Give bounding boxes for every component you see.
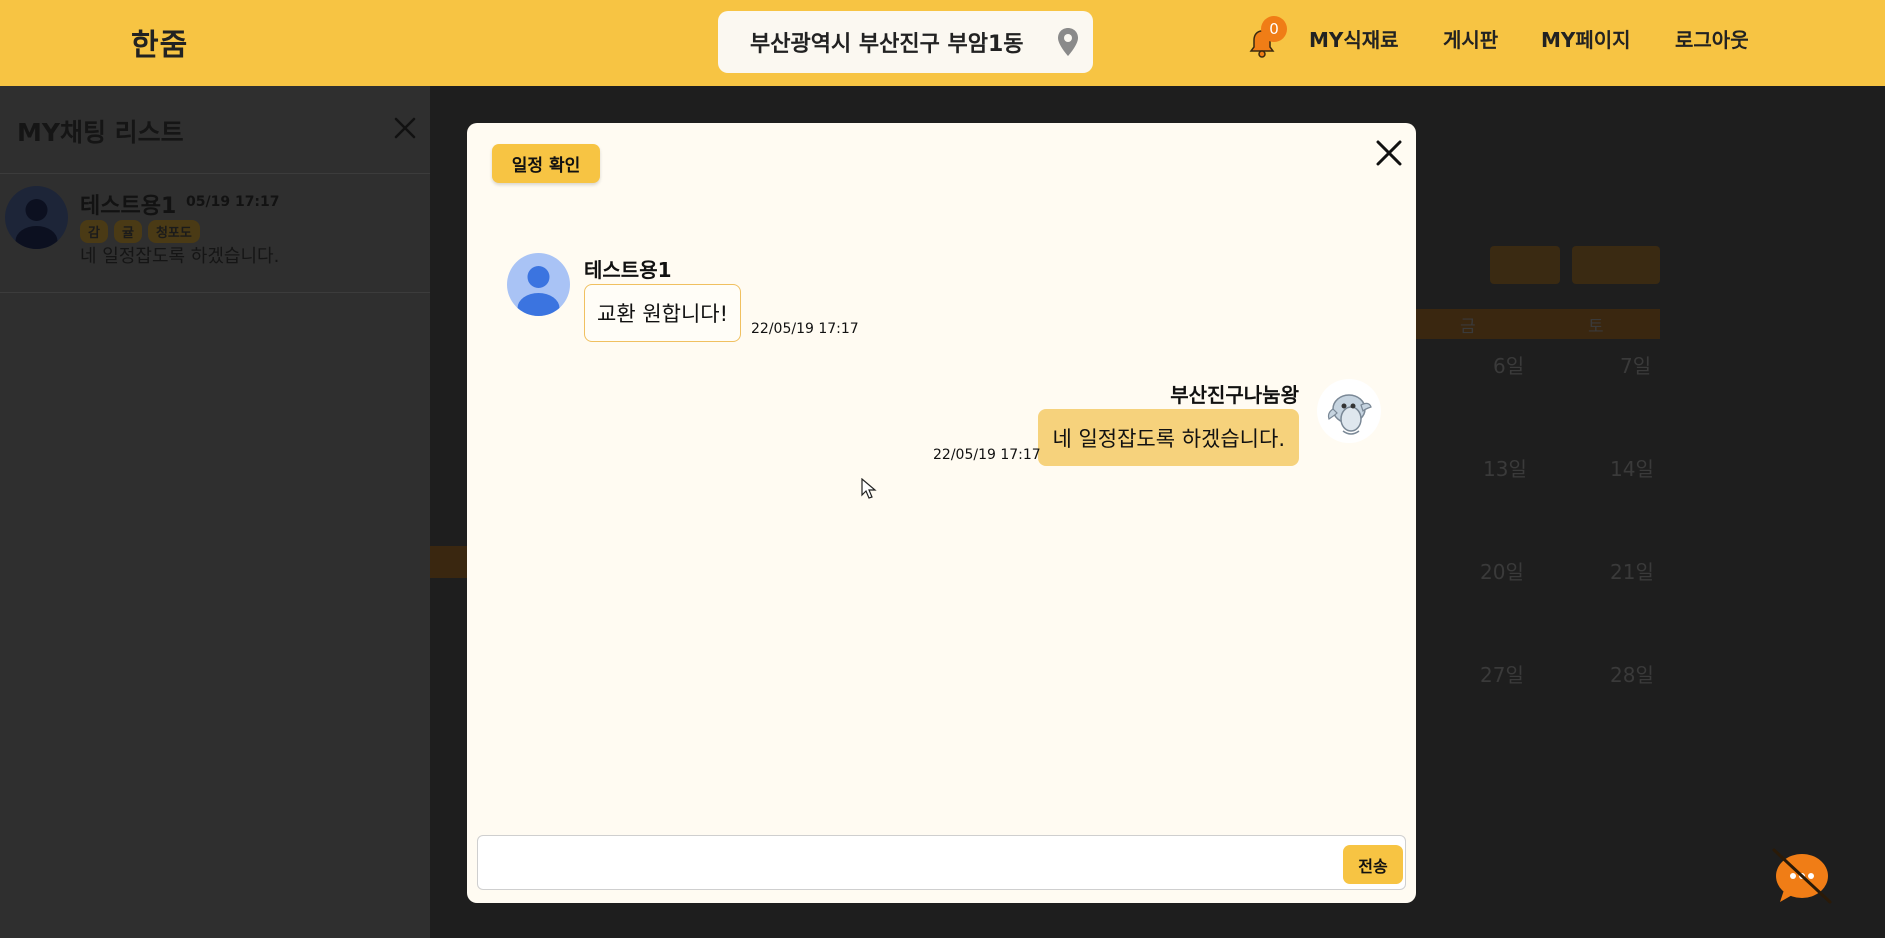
ingredient-tag: 귤 — [113, 220, 142, 243]
bg-weekday-bar — [1416, 309, 1660, 339]
location-selector[interactable]: 부산광역시 부산진구 부암1동 — [718, 11, 1093, 73]
notification-badge: 0 — [1261, 16, 1287, 42]
bg-date: 6일 — [1493, 354, 1525, 378]
chat-last-message: 네 일정잡도록 하겠습니다. — [80, 246, 280, 267]
message-time: 22/05/19 17:17 — [751, 321, 859, 337]
message-input-bar: 전송 — [477, 835, 1406, 890]
send-button[interactable]: 전송 — [1343, 845, 1403, 884]
chat-list-item[interactable]: 테스트용1 05/19 17:17 감 귤 청포도 네 일정잡도록 하겠습니다. — [0, 174, 430, 280]
bg-date: 21일 — [1610, 560, 1654, 584]
chat-timestamp: 05/19 17:17 — [186, 194, 280, 210]
nav-my-ingredients[interactable]: MY식재료 — [1309, 24, 1399, 53]
dolphin-avatar-icon — [1327, 394, 1372, 435]
ingredient-tag: 감 — [80, 220, 108, 243]
chat-list-panel: MY채팅 리스트 테스트용1 05/19 17:17 감 귤 청포도 네 일정잡… — [0, 86, 430, 938]
chat-fab-icon[interactable] — [1770, 846, 1834, 906]
chat-modal: 일정 확인 테스트용1 교환 원합니다! 22/05/19 17:17 부산진구… — [467, 123, 1416, 903]
mouse-cursor-icon — [861, 478, 877, 499]
logo[interactable]: 한줌 — [131, 20, 188, 64]
location-text: 부산광역시 부산진구 부암1동 — [750, 32, 1024, 57]
user-avatar-icon — [517, 266, 560, 316]
bg-bar — [430, 546, 470, 578]
bg-day-label: 금 — [1460, 317, 1476, 337]
nav-my-page[interactable]: MY페이지 — [1541, 24, 1631, 53]
sender-name: 테스트용1 — [584, 258, 672, 282]
user-avatar-icon — [15, 199, 58, 249]
avatar — [1317, 379, 1381, 443]
divider — [0, 292, 430, 293]
close-icon[interactable] — [393, 116, 417, 140]
chat-list-title: MY채팅 리스트 — [17, 118, 184, 147]
ingredient-tag: 청포도 — [147, 220, 200, 243]
schedule-check-button[interactable]: 일정 확인 — [492, 144, 600, 183]
bg-date: 7일 — [1620, 354, 1652, 378]
bg-date: 13일 — [1483, 457, 1527, 481]
top-header: 한줌 부산광역시 부산진구 부암1동 0 MY식재료 게시판 MY페이지 로그아… — [0, 0, 1885, 86]
message-time: 22/05/19 17:17 — [933, 447, 1041, 463]
bg-button — [1490, 246, 1560, 284]
map-pin-icon — [1058, 28, 1078, 56]
message-bubble-incoming: 교환 원합니다! — [584, 284, 742, 342]
close-icon[interactable] — [1375, 139, 1403, 167]
bg-button — [1572, 246, 1660, 284]
bg-date: 14일 — [1610, 457, 1654, 481]
bg-date: 28일 — [1610, 663, 1654, 687]
sender-name: 부산진구나눔왕 — [1170, 383, 1299, 407]
nav-logout[interactable]: 로그아웃 — [1675, 24, 1749, 53]
nav-board[interactable]: 게시판 — [1443, 24, 1498, 53]
avatar — [5, 186, 68, 249]
chat-partner-name: 테스트용1 — [80, 194, 177, 219]
avatar — [507, 253, 570, 316]
bg-date: 27일 — [1480, 663, 1524, 687]
message-input[interactable] — [486, 842, 1326, 884]
message-bubble-outgoing: 네 일정잡도록 하겠습니다. — [1038, 409, 1299, 466]
bg-date: 20일 — [1480, 560, 1524, 584]
chat-tags: 감 귤 청포도 — [80, 220, 200, 243]
bg-day-label: 토 — [1588, 317, 1604, 337]
